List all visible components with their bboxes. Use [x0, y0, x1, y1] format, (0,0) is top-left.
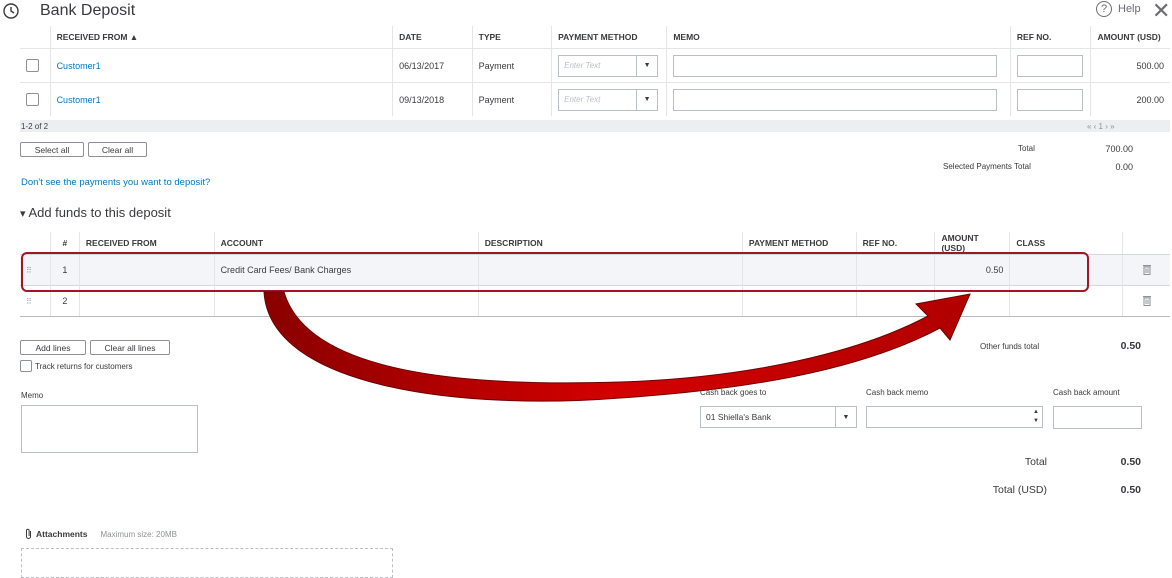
col-date: DATE [392, 26, 473, 49]
amount-cell: 500.00 [1090, 48, 1170, 83]
amount-cell: 200.00 [1090, 82, 1170, 116]
attachments-max-size: Maximum size: 20MB [100, 529, 177, 539]
cash-back-amount-label: Cash back amount [1053, 388, 1120, 397]
selected-payments-label: Selected Payments Total [943, 162, 1031, 171]
pagination-bar [20, 120, 1170, 132]
payment-method-select[interactable]: Enter Text ▼ [558, 88, 659, 111]
track-returns-checkbox[interactable] [20, 360, 32, 372]
selected-payments-value: 0.00 [1115, 162, 1133, 172]
help-button[interactable]: ? Help [1096, 1, 1141, 17]
received-from-link[interactable]: Customer1 [49, 48, 393, 83]
track-returns-label: Track returns for customers [35, 361, 133, 371]
col-payment-method: PAYMENT METHOD [551, 26, 667, 49]
add-funds-title: Add funds to this deposit [28, 205, 171, 220]
memo-input[interactable] [673, 54, 998, 77]
add-lines-button[interactable]: Add lines [20, 340, 86, 355]
payment-method-placeholder: Enter Text [564, 61, 601, 70]
row-checkbox[interactable] [26, 59, 39, 72]
payments-table: RECEIVED FROM ▲ DATE TYPE PAYMENT METHOD… [20, 26, 1170, 116]
trash-icon[interactable] [1142, 264, 1152, 275]
help-label: Help [1118, 3, 1141, 15]
col-type: TYPE [471, 26, 552, 49]
missing-payments-link[interactable]: Don't see the payments you want to depos… [21, 177, 210, 188]
memo-textarea[interactable] [21, 405, 198, 453]
annotation-arrow [263, 291, 971, 402]
page-title: Bank Deposit [40, 2, 136, 19]
table-row: Customer1 09/13/2018 Payment Enter Text … [20, 82, 1170, 116]
caret-down-icon: ▾ [20, 208, 26, 220]
paperclip-icon [26, 528, 31, 539]
date-cell: 06/13/2017 [392, 48, 473, 83]
col-actions [1122, 232, 1170, 255]
type-cell: Payment [471, 82, 552, 116]
chevron-down-icon[interactable]: ▼ [835, 407, 856, 427]
close-icon[interactable]: ✕ [1152, 0, 1170, 22]
pager[interactable]: « ‹ 1 › » [1087, 122, 1115, 131]
ref-no-input[interactable] [1016, 88, 1083, 111]
col-memo: MEMO [666, 26, 1011, 49]
total-label: Total [1024, 456, 1047, 468]
attachments-header: Attachments Maximum size: 20MB [24, 528, 177, 540]
pagination-count: 1-2 of 2 [21, 122, 49, 131]
col-ref-no: REF NO. [1009, 26, 1091, 49]
trash-icon[interactable] [1142, 295, 1152, 306]
col-amount: AMOUNT (USD) [1090, 26, 1170, 49]
col-received-from[interactable]: RECEIVED FROM ▲ [49, 26, 393, 49]
date-cell: 09/13/2018 [392, 82, 473, 116]
total-usd-value: 0.50 [1120, 484, 1141, 496]
clear-all-lines-button[interactable]: Clear all lines [90, 340, 170, 355]
chevron-down-icon[interactable]: ▼ [636, 55, 657, 76]
total-usd-label: Total (USD) [992, 484, 1047, 496]
payment-method-placeholder: Enter Text [564, 95, 601, 104]
received-from-link[interactable]: Customer1 [49, 82, 393, 116]
payment-method-select[interactable]: Enter Text ▼ [558, 54, 659, 77]
clear-all-button[interactable]: Clear all [88, 142, 147, 157]
total-label: Total [1018, 144, 1035, 153]
total-value: 700.00 [1105, 144, 1133, 154]
cash-back-account-value: 01 Shiella's Bank [706, 412, 771, 422]
memo-input[interactable] [673, 88, 998, 111]
help-icon: ? [1096, 1, 1112, 17]
other-funds-total-value: 0.50 [1120, 340, 1141, 352]
attachments-label: Attachments [36, 529, 88, 539]
ref-no-input[interactable] [1016, 54, 1083, 77]
add-funds-header[interactable]: ▾ Add funds to this deposit [20, 205, 171, 220]
attachment-dropzone[interactable] [21, 548, 393, 578]
select-all-button[interactable]: Select all [20, 142, 84, 157]
track-returns-option[interactable]: Track returns for customers [20, 360, 133, 372]
history-icon[interactable] [0, 0, 22, 22]
col-select [20, 26, 50, 49]
memo-label: Memo [21, 391, 44, 400]
total-value: 0.50 [1120, 456, 1141, 468]
type-cell: Payment [471, 48, 552, 83]
row-checkbox[interactable] [26, 93, 39, 106]
chevron-down-icon[interactable]: ▼ [636, 89, 657, 110]
table-row: Customer1 06/13/2017 Payment Enter Text … [20, 48, 1170, 83]
stepper-icon[interactable]: ▲ ▼ [1033, 408, 1039, 426]
cash-back-amount-input[interactable] [1053, 406, 1142, 429]
